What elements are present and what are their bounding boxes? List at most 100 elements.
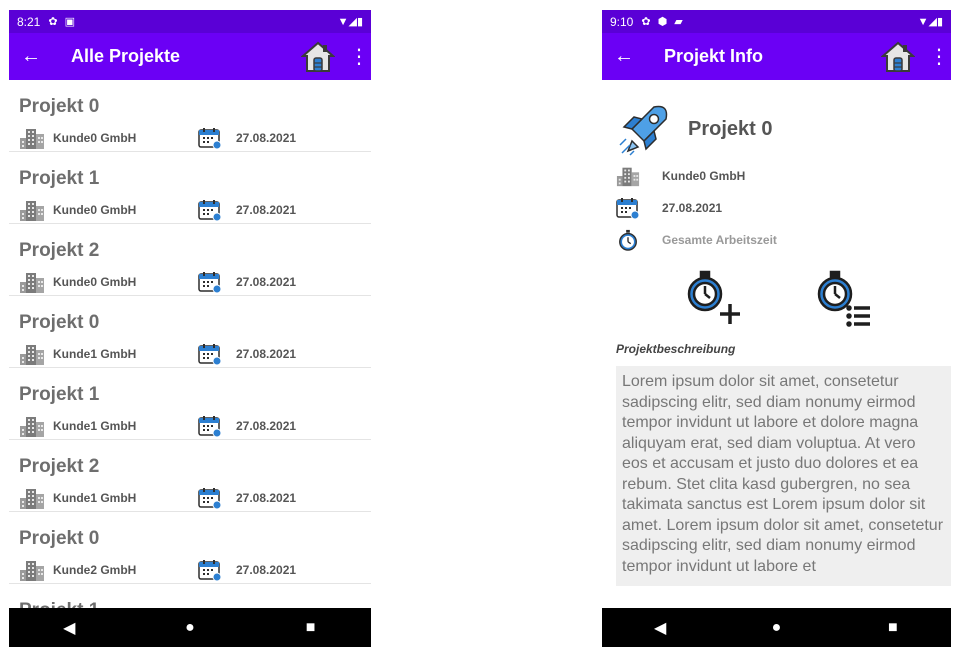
project-title: Projekt 0 bbox=[688, 117, 773, 140]
project-meta: Kunde2 GmbH 27.08.2021 bbox=[19, 558, 361, 582]
customer-name: Kunde0 GmbH bbox=[53, 203, 137, 217]
project-date: 27.08.2021 bbox=[236, 131, 297, 145]
description-text[interactable]: Lorem ipsum dolor sit amet, consetetur s… bbox=[616, 366, 951, 586]
project-info: Projekt 0 Kunde0 GmbH 27.08.2021 Gesamte… bbox=[602, 80, 951, 608]
project-meta: Kunde1 GmbH 27.08.2021 bbox=[19, 342, 361, 366]
building-icon bbox=[19, 271, 45, 293]
project-date: 27.08.2021 bbox=[236, 347, 297, 361]
list-item[interactable]: Projekt 0 Kunde1 GmbH 27.08.2021 bbox=[9, 296, 371, 368]
system-nav-bar: ◀ ● ■ bbox=[602, 608, 951, 647]
customer-name: Kunde1 GmbH bbox=[53, 419, 137, 433]
worktime-row: Gesamte Arbeitszeit bbox=[616, 224, 951, 256]
signal-battery-icon: ▼◢▮ bbox=[917, 16, 943, 28]
project-name: Projekt 1 bbox=[19, 168, 100, 189]
project-list-screen: 8:21 ✿ ▣ ▼◢▮ ← Alle Projekte ⋮ Projekt 0… bbox=[9, 10, 371, 647]
more-options-icon[interactable]: ⋮ bbox=[349, 44, 369, 69]
calendar-icon bbox=[198, 559, 222, 581]
calendar-icon bbox=[198, 487, 222, 509]
building-icon bbox=[616, 165, 640, 187]
list-item[interactable]: Projekt 1 Kunde0 GmbH 27.08.2021 bbox=[9, 152, 371, 224]
customer-name: Kunde2 GmbH bbox=[53, 563, 137, 577]
project-name: Projekt 1 bbox=[19, 584, 361, 608]
gear-icon: ✿ bbox=[641, 16, 651, 28]
list-item[interactable]: Projekt 2 Kunde1 GmbH 27.08.2021 bbox=[9, 440, 371, 512]
description-label: Projektbeschreibung bbox=[616, 342, 736, 356]
status-time: 8:21 bbox=[17, 14, 41, 29]
home-icon[interactable] bbox=[301, 40, 335, 74]
gear-icon: ✿ bbox=[48, 16, 58, 28]
calendar-icon bbox=[616, 197, 640, 219]
app-toolbar: ← Alle Projekte ⋮ bbox=[9, 33, 371, 80]
stopwatch-icon bbox=[616, 229, 640, 251]
customer-name: Kunde1 GmbH bbox=[53, 491, 137, 505]
more-options-icon[interactable]: ⋮ bbox=[929, 44, 949, 69]
list-item[interactable]: Projekt 2 Kunde0 GmbH 27.08.2021 bbox=[9, 224, 371, 296]
signal-battery-icon: ▼◢▮ bbox=[337, 16, 363, 28]
list-item[interactable]: Projekt 0 Kunde2 GmbH 27.08.2021 bbox=[9, 512, 371, 584]
project-name: Projekt 2 bbox=[19, 456, 100, 477]
project-date: 27.08.2021 bbox=[236, 491, 297, 505]
project-info-screen: 9:10 ✿ ⬢ ▰ ▼◢▮ ← Projekt Info ⋮ Projekt … bbox=[602, 10, 951, 647]
building-icon bbox=[19, 559, 45, 581]
list-item[interactable]: Projekt 1 bbox=[9, 584, 371, 608]
back-arrow-icon[interactable]: ← bbox=[21, 45, 49, 68]
building-icon bbox=[19, 199, 45, 221]
customer-row: Kunde0 GmbH bbox=[616, 160, 951, 192]
building-icon bbox=[19, 127, 45, 149]
customer-name: Kunde0 GmbH bbox=[53, 131, 137, 145]
calendar-icon bbox=[198, 343, 222, 365]
date-row: 27.08.2021 bbox=[616, 192, 951, 224]
calendar-icon bbox=[198, 271, 222, 293]
worktime-label: Gesamte Arbeitszeit bbox=[662, 233, 777, 247]
nav-back-button[interactable]: ◀ bbox=[39, 618, 99, 638]
back-arrow-icon[interactable]: ← bbox=[614, 45, 642, 68]
project-name: Projekt 0 bbox=[19, 528, 100, 549]
project-name: Projekt 2 bbox=[19, 240, 100, 261]
building-icon bbox=[19, 487, 45, 509]
project-date: 27.08.2021 bbox=[236, 203, 297, 217]
nav-back-button[interactable]: ◀ bbox=[630, 618, 690, 638]
home-icon[interactable] bbox=[881, 40, 915, 74]
project-date: 27.08.2021 bbox=[236, 419, 297, 433]
list-item[interactable]: Projekt 1 Kunde1 GmbH 27.08.2021 bbox=[9, 368, 371, 440]
add-time-button[interactable] bbox=[682, 268, 742, 328]
app-toolbar: ← Projekt Info ⋮ bbox=[602, 33, 951, 80]
project-list[interactable]: Projekt 0 Kunde0 GmbH 27.08.2021 Projekt… bbox=[9, 80, 371, 608]
status-bar: 8:21 ✿ ▣ ▼◢▮ bbox=[9, 10, 371, 33]
project-date: 27.08.2021 bbox=[662, 201, 723, 215]
time-actions bbox=[616, 268, 951, 334]
status-time: 9:10 bbox=[610, 14, 634, 29]
project-name: Projekt 0 bbox=[19, 96, 100, 117]
project-date: 27.08.2021 bbox=[236, 563, 297, 577]
project-name: Projekt 1 bbox=[19, 384, 100, 405]
status-bar: 9:10 ✿ ⬢ ▰ ▼◢▮ bbox=[602, 10, 951, 33]
time-list-button[interactable] bbox=[812, 268, 872, 328]
project-meta: Kunde0 GmbH 27.08.2021 bbox=[19, 198, 361, 222]
project-date: 27.08.2021 bbox=[236, 275, 297, 289]
sim-icon: ▰ bbox=[674, 16, 683, 28]
project-name: Projekt 0 bbox=[19, 312, 100, 333]
rocket-icon bbox=[619, 105, 668, 156]
project-meta: Kunde1 GmbH 27.08.2021 bbox=[19, 414, 361, 438]
customer-name: Kunde0 GmbH bbox=[53, 275, 137, 289]
notification-icon: ▣ bbox=[64, 16, 75, 28]
system-nav-bar: ◀ ● ■ bbox=[9, 608, 371, 647]
calendar-icon bbox=[198, 415, 222, 437]
building-icon bbox=[19, 415, 45, 437]
calendar-icon bbox=[198, 199, 222, 221]
nav-recent-button[interactable]: ■ bbox=[863, 619, 923, 637]
shield-icon: ⬢ bbox=[657, 16, 668, 28]
nav-recent-button[interactable]: ■ bbox=[281, 619, 341, 637]
project-meta: Kunde1 GmbH 27.08.2021 bbox=[19, 486, 361, 510]
building-icon bbox=[19, 343, 45, 365]
list-item[interactable]: Projekt 0 Kunde0 GmbH 27.08.2021 bbox=[9, 80, 371, 152]
page-title: Alle Projekte bbox=[71, 46, 181, 66]
project-meta: Kunde0 GmbH 27.08.2021 bbox=[19, 270, 361, 294]
nav-home-button[interactable]: ● bbox=[746, 619, 806, 637]
calendar-icon bbox=[198, 127, 222, 149]
customer-name: Kunde1 GmbH bbox=[53, 347, 137, 361]
page-title: Projekt Info bbox=[664, 46, 764, 66]
project-meta: Kunde0 GmbH 27.08.2021 bbox=[19, 126, 361, 150]
project-header: Projekt 0 bbox=[616, 98, 951, 160]
nav-home-button[interactable]: ● bbox=[160, 619, 220, 637]
